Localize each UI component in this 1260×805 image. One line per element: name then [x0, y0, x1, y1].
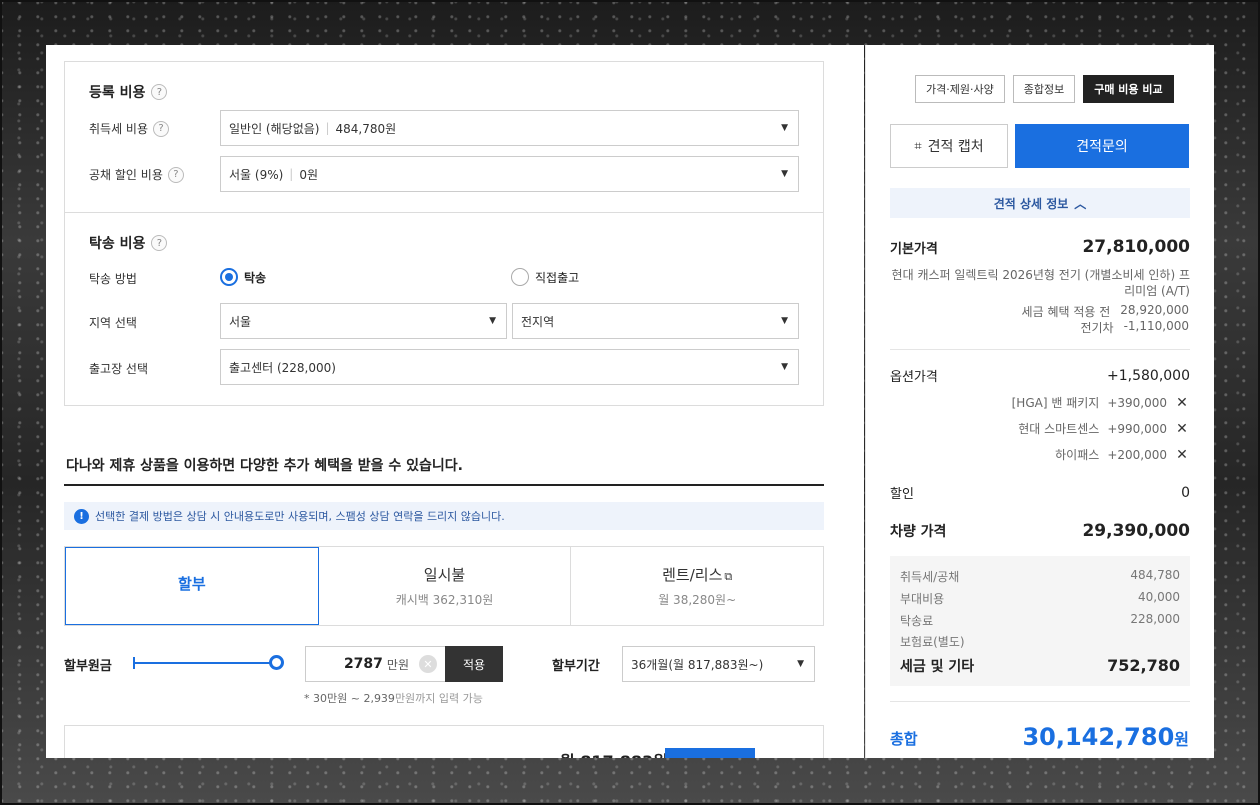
tax-row: 보험료(별도) — [900, 635, 965, 649]
close-icon[interactable]: ✕ — [1175, 447, 1189, 463]
divider — [65, 212, 823, 213]
bond-select[interactable]: 서울 (9%) | 0원 ▼ — [220, 156, 799, 192]
bond-label: 공채 할인 비용 ? — [89, 166, 184, 183]
principal-label: 할부원금 — [64, 659, 112, 674]
chevron-down-icon: ▼ — [781, 362, 788, 372]
info-icon: ! — [74, 508, 89, 524]
delivery-title: 탁송 비용 ? — [89, 233, 168, 253]
center-select[interactable]: 출고센터 (228,000) ▼ — [220, 349, 799, 385]
divider — [890, 701, 1190, 702]
detail-toggle[interactable]: 견적 상세 정보 ︿ — [890, 188, 1190, 218]
term-select[interactable]: 36개월(월 817,883원~) ▼ — [622, 646, 815, 682]
tab-rent-lease[interactable]: 렌트/리스 ⧉ 월 38,280원~ — [571, 547, 823, 625]
option-item: 하이패스 +200,000 ✕ — [1055, 446, 1189, 463]
option-item: 현대 스마트센스 +990,000 ✕ — [1018, 420, 1189, 437]
region-sub-select[interactable]: 전지역 ▼ — [512, 303, 799, 339]
top-tabs: 가격·제원·사양 종합정보 구매 비용 비교 — [915, 75, 1174, 103]
tab-overview[interactable]: 종합정보 — [1012, 75, 1076, 103]
monthly-price: 월 817,883원 — [560, 748, 668, 758]
tax-row: 부대비용 40,000 — [900, 590, 1180, 606]
radio-dot-icon — [220, 268, 238, 286]
payment-tabs: 할부 일시불 캐시백 362,310원 렌트/리스 ⧉ 월 38,280원~ — [64, 546, 824, 626]
principal-input[interactable]: 2787 만원 ✕ — [305, 646, 446, 682]
left-panel: 등록 비용 ? 취득세 비용 ? 일반인 (해당없음) | 484,780원 ▼… — [46, 45, 864, 758]
acq-tax-label: 취득세 비용 ? — [89, 120, 170, 137]
help-icon[interactable]: ? — [167, 166, 184, 183]
tax-total-row: 세금 및 기타 752,780 — [900, 656, 1180, 675]
crop-icon: ⌗ — [914, 138, 922, 154]
region-select[interactable]: 서울 ▼ — [220, 303, 507, 339]
consult-button[interactable] — [665, 748, 755, 758]
model-description: 현대 캐스퍼 일렉트릭 2026년형 전기 (개별소비세 인하) 프리미엄 (A… — [891, 268, 1190, 298]
discount-row: 할인 0 — [890, 484, 1190, 503]
chevron-down-icon: ▼ — [781, 123, 788, 133]
vehicle-price-row: 차량 가격 29,390,000 — [890, 521, 1190, 541]
promo-title: 다나와 제휴 상품을 이용하면 다양한 추가 혜택을 받을 수 있습니다. — [66, 458, 463, 474]
help-icon[interactable]: ? — [151, 235, 168, 251]
acq-tax-select[interactable]: 일반인 (해당없음) | 484,780원 ▼ — [220, 110, 799, 146]
radio-direct-release[interactable]: 직접출고 — [511, 268, 579, 286]
total-label: 총합 — [890, 730, 918, 748]
divider — [64, 484, 824, 486]
term-label: 할부기간 — [552, 659, 600, 674]
chevron-down-icon: ▼ — [781, 169, 788, 179]
capture-button[interactable]: ⌗ 견적 캡처 — [890, 124, 1008, 168]
close-icon[interactable]: ✕ — [1175, 395, 1189, 411]
option-price-row: 옵션가격 +1,580,000 — [890, 367, 1190, 386]
delivery-method-label: 탁송 방법 — [89, 272, 137, 286]
right-panel: 가격·제원·사양 종합정보 구매 비용 비교 ⌗ 견적 캡처 견적문의 견적 상… — [865, 45, 1214, 758]
inquiry-button[interactable]: 견적문의 — [1015, 124, 1189, 168]
tab-installment[interactable]: 할부 — [65, 547, 319, 625]
divider — [890, 349, 1190, 350]
close-icon[interactable]: ✕ — [1175, 421, 1189, 437]
tax-row: 탁송료 228,000 — [900, 612, 1180, 628]
tab-price-spec[interactable]: 가격·제원·사양 — [915, 75, 1005, 103]
notice-bar: ! 선택한 결제 방법은 상담 시 안내용도로만 사용되며, 스팸성 상담 연락… — [64, 502, 824, 530]
principal-slider-track[interactable] — [134, 662, 276, 664]
region-label: 지역 선택 — [89, 316, 137, 330]
tab-cost-compare[interactable]: 구매 비용 비교 — [1083, 75, 1174, 103]
chevron-down-icon: ▼ — [489, 316, 496, 326]
base-price-row: 기본가격 27,810,000 — [890, 237, 1190, 257]
chevron-up-icon: ︿ — [1074, 196, 1087, 211]
pre-tax-row: 세금 혜택 적용 전 28,920,000 — [1021, 303, 1189, 319]
help-icon[interactable]: ? — [151, 84, 168, 100]
ev-diff-row: 전기차 -1,110,000 — [1080, 319, 1189, 335]
tab-lump-sum[interactable]: 일시불 캐시백 362,310원 — [319, 547, 572, 625]
chevron-down-icon: ▼ — [797, 659, 804, 669]
total-value: 30,142,780원 — [1022, 723, 1189, 751]
clear-icon[interactable]: ✕ — [419, 655, 437, 673]
radio-delivery[interactable]: 탁송 — [220, 268, 266, 286]
registration-delivery-card: 등록 비용 ? 취득세 비용 ? 일반인 (해당없음) | 484,780원 ▼… — [64, 61, 824, 406]
radio-dot-icon — [511, 268, 529, 286]
tax-breakdown: 취득세/공채 484,780 부대비용 40,000 탁송료 228,000 보… — [890, 556, 1190, 686]
option-item: [HGA] 밴 패키지 +390,000 ✕ — [1011, 394, 1189, 411]
principal-slider-thumb[interactable] — [269, 655, 284, 670]
chevron-down-icon: ▼ — [781, 316, 788, 326]
center-label: 출고장 선택 — [89, 362, 149, 376]
registration-title: 등록 비용 ? — [89, 82, 168, 102]
apply-button[interactable]: 적용 — [445, 646, 503, 682]
external-link-icon: ⧉ — [724, 570, 733, 583]
help-icon[interactable]: ? — [153, 120, 170, 137]
amount-hint: * 30만원 ~ 2,939만원까지 입력 가능 — [304, 692, 483, 705]
tax-row: 취득세/공채 484,780 — [900, 568, 1180, 584]
